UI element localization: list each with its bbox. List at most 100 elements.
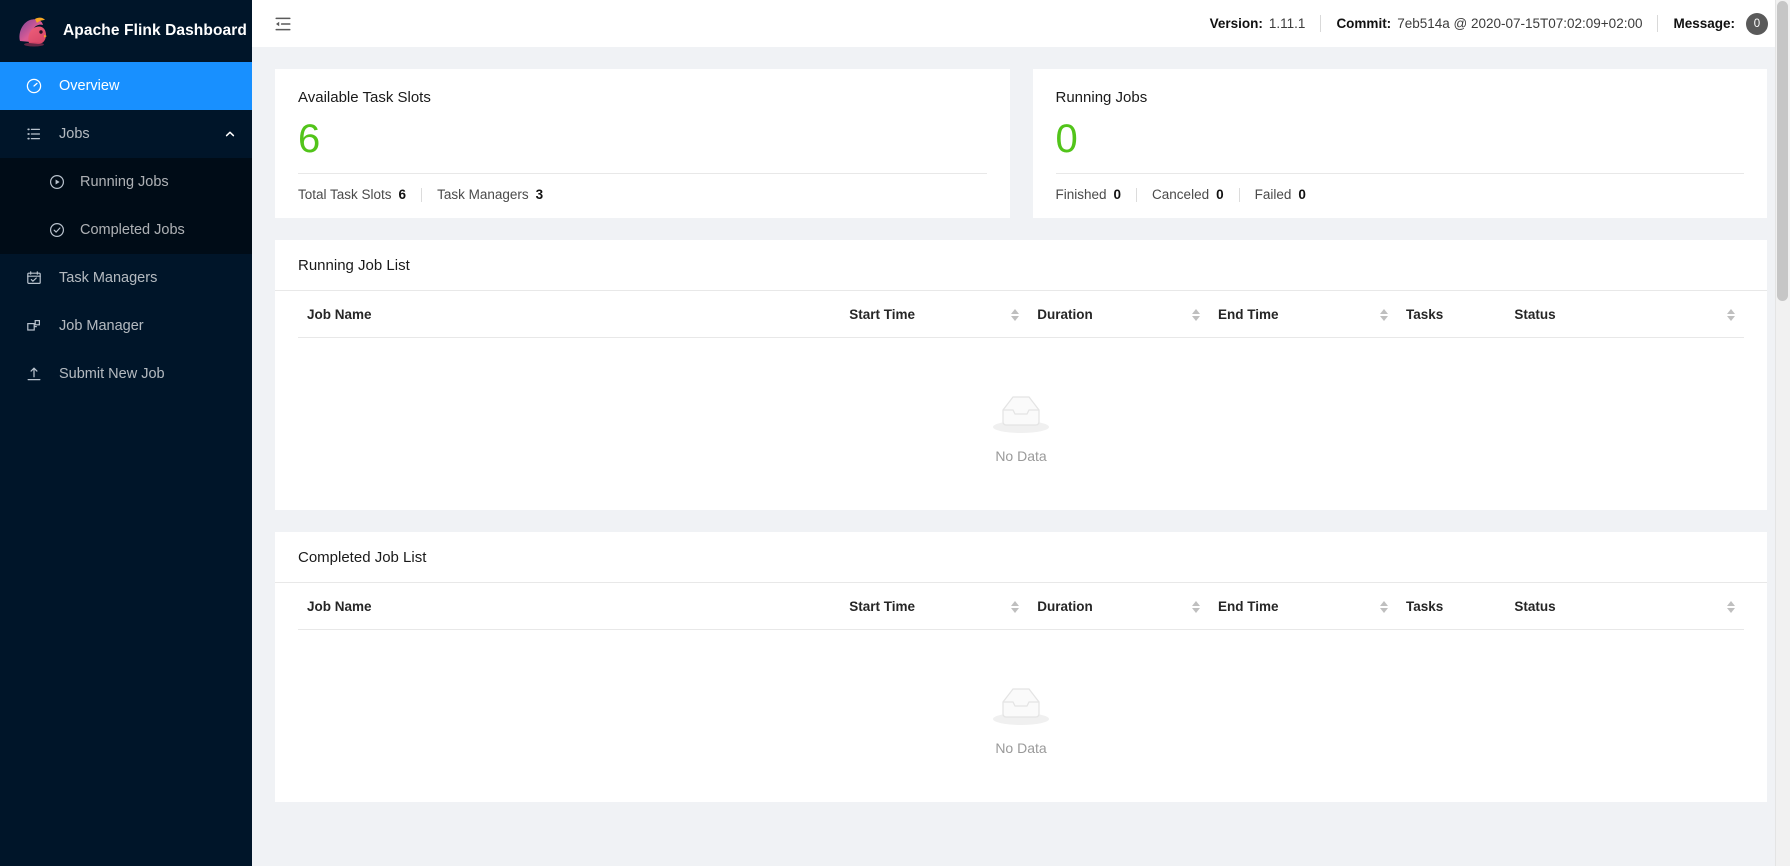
col-label: Duration bbox=[1037, 307, 1093, 322]
divider bbox=[1657, 15, 1658, 32]
sort-icon[interactable] bbox=[1001, 309, 1019, 321]
scrollbar-thumb[interactable] bbox=[1777, 1, 1788, 301]
empty-text: No Data bbox=[995, 448, 1046, 464]
empty-inbox-icon bbox=[989, 390, 1053, 439]
available-task-slots-card: Available Task Slots 6 Total Task Slots … bbox=[275, 69, 1010, 218]
running-jobs-value: 0 bbox=[1056, 114, 1745, 164]
col-duration[interactable]: Duration bbox=[1028, 291, 1209, 338]
version-value: 1.11.1 bbox=[1269, 16, 1306, 31]
brand[interactable]: Apache Flink Dashboard bbox=[0, 0, 252, 62]
col-duration[interactable]: Duration bbox=[1028, 583, 1209, 630]
empty-text: No Data bbox=[995, 740, 1046, 756]
sort-icon[interactable] bbox=[1001, 601, 1019, 613]
col-job-name[interactable]: Job Name bbox=[298, 583, 840, 630]
divider bbox=[1320, 15, 1321, 32]
completed-job-empty-state: No Data bbox=[298, 630, 1744, 802]
sidebar-item-label: Task Managers bbox=[59, 270, 236, 286]
stat-label: Finished bbox=[1056, 187, 1107, 202]
col-label: Tasks bbox=[1406, 307, 1443, 322]
sidebar-item-jobs[interactable]: Jobs bbox=[0, 110, 252, 158]
commit-info: Commit: 7eb514a @ 2020-07-15T07:02:09+02… bbox=[1336, 16, 1642, 31]
dashboard-icon bbox=[25, 78, 42, 95]
check-circle-icon bbox=[48, 222, 65, 239]
divider bbox=[298, 173, 987, 174]
table-header-row: Job Name Start Time Duration bbox=[298, 291, 1744, 338]
message-info: Message: bbox=[1673, 16, 1735, 31]
available-task-slots-value: 6 bbox=[298, 114, 987, 164]
topbar: Version: 1.11.1 Commit: 7eb514a @ 2020-0… bbox=[252, 0, 1790, 47]
stat-value: 6 bbox=[399, 187, 407, 202]
sort-icon[interactable] bbox=[1182, 601, 1200, 613]
col-job-name[interactable]: Job Name bbox=[298, 291, 840, 338]
sidebar-item-running-jobs[interactable]: Running Jobs bbox=[0, 158, 252, 206]
sidebar-item-label: Completed Jobs bbox=[80, 222, 236, 238]
stat-label: Canceled bbox=[1152, 187, 1209, 202]
sidebar-item-label: Jobs bbox=[59, 126, 207, 142]
col-status[interactable]: Status bbox=[1505, 291, 1744, 338]
col-label: Job Name bbox=[307, 599, 372, 614]
col-start-time[interactable]: Start Time bbox=[840, 291, 1028, 338]
col-label: Duration bbox=[1037, 599, 1093, 614]
sidebar-item-label: Overview bbox=[59, 78, 236, 94]
message-count-badge[interactable]: 0 bbox=[1746, 13, 1768, 35]
main-area: Version: 1.11.1 Commit: 7eb514a @ 2020-0… bbox=[252, 0, 1790, 866]
completed-job-list-body: Job Name Start Time Duration bbox=[275, 583, 1767, 802]
commit-label: Commit: bbox=[1336, 16, 1391, 31]
completed-job-table: Job Name Start Time Duration bbox=[298, 583, 1744, 630]
sidebar-item-submit-new-job[interactable]: Submit New Job bbox=[0, 350, 252, 398]
sort-icon[interactable] bbox=[1182, 309, 1200, 321]
sidebar-item-task-managers[interactable]: Task Managers bbox=[0, 254, 252, 302]
col-tasks[interactable]: Tasks bbox=[1397, 583, 1505, 630]
sort-icon[interactable] bbox=[1717, 601, 1735, 613]
canceled-jobs-stat: Canceled 0 bbox=[1152, 187, 1224, 202]
sidebar: Apache Flink Dashboard Overview bbox=[0, 0, 252, 866]
flink-squirrel-logo bbox=[16, 14, 50, 48]
version-label: Version: bbox=[1210, 16, 1263, 31]
chevron-up-icon[interactable] bbox=[224, 128, 236, 140]
col-end-time[interactable]: End Time bbox=[1209, 291, 1397, 338]
running-job-list-card: Running Job List Job Name bbox=[275, 240, 1767, 510]
card-footer: Total Task Slots 6 Task Managers 3 bbox=[298, 187, 987, 202]
col-start-time[interactable]: Start Time bbox=[840, 583, 1028, 630]
version-info: Version: 1.11.1 bbox=[1210, 16, 1306, 31]
sidebar-item-overview[interactable]: Overview bbox=[0, 62, 252, 110]
divider bbox=[1239, 188, 1240, 202]
col-end-time[interactable]: End Time bbox=[1209, 583, 1397, 630]
col-status[interactable]: Status bbox=[1505, 583, 1744, 630]
page-scrollbar[interactable] bbox=[1775, 0, 1790, 866]
total-task-slots-stat: Total Task Slots 6 bbox=[298, 187, 406, 202]
message-label: Message: bbox=[1673, 16, 1735, 31]
upload-icon bbox=[25, 366, 42, 383]
stat-value: 3 bbox=[536, 187, 544, 202]
sort-icon[interactable] bbox=[1370, 309, 1388, 321]
sidebar-item-label: Job Manager bbox=[59, 318, 236, 334]
col-label: Status bbox=[1514, 599, 1555, 614]
running-jobs-card: Running Jobs 0 Finished 0 Canceled 0 bbox=[1033, 69, 1768, 218]
card-title: Running Jobs bbox=[1056, 89, 1745, 106]
sort-icon[interactable] bbox=[1717, 309, 1735, 321]
sidebar-item-completed-jobs[interactable]: Completed Jobs bbox=[0, 206, 252, 254]
stat-label: Task Managers bbox=[437, 187, 529, 202]
col-label: End Time bbox=[1218, 307, 1279, 322]
sidebar-item-job-manager[interactable]: Job Manager bbox=[0, 302, 252, 350]
task-managers-stat: Task Managers 3 bbox=[437, 187, 543, 202]
flink-dashboard: Apache Flink Dashboard Overview bbox=[0, 0, 1790, 866]
stat-label: Total Task Slots bbox=[298, 187, 392, 202]
running-job-list-body: Job Name Start Time Duration bbox=[275, 291, 1767, 510]
sort-icon[interactable] bbox=[1370, 601, 1388, 613]
play-circle-icon bbox=[48, 174, 65, 191]
content: Available Task Slots 6 Total Task Slots … bbox=[252, 47, 1790, 866]
col-label: Status bbox=[1514, 307, 1555, 322]
menu-fold-icon[interactable] bbox=[270, 11, 296, 37]
stat-label: Failed bbox=[1255, 187, 1292, 202]
stat-value: 0 bbox=[1298, 187, 1306, 202]
col-label: Tasks bbox=[1406, 599, 1443, 614]
topbar-info: Version: 1.11.1 Commit: 7eb514a @ 2020-0… bbox=[1210, 13, 1768, 35]
col-label: Job Name bbox=[307, 307, 372, 322]
col-label: Start Time bbox=[849, 599, 915, 614]
divider bbox=[1056, 173, 1745, 174]
stat-value: 0 bbox=[1216, 187, 1224, 202]
completed-job-list-card: Completed Job List Job Name bbox=[275, 532, 1767, 802]
col-tasks[interactable]: Tasks bbox=[1397, 291, 1505, 338]
commit-value: 7eb514a @ 2020-07-15T07:02:09+02:00 bbox=[1397, 16, 1642, 31]
